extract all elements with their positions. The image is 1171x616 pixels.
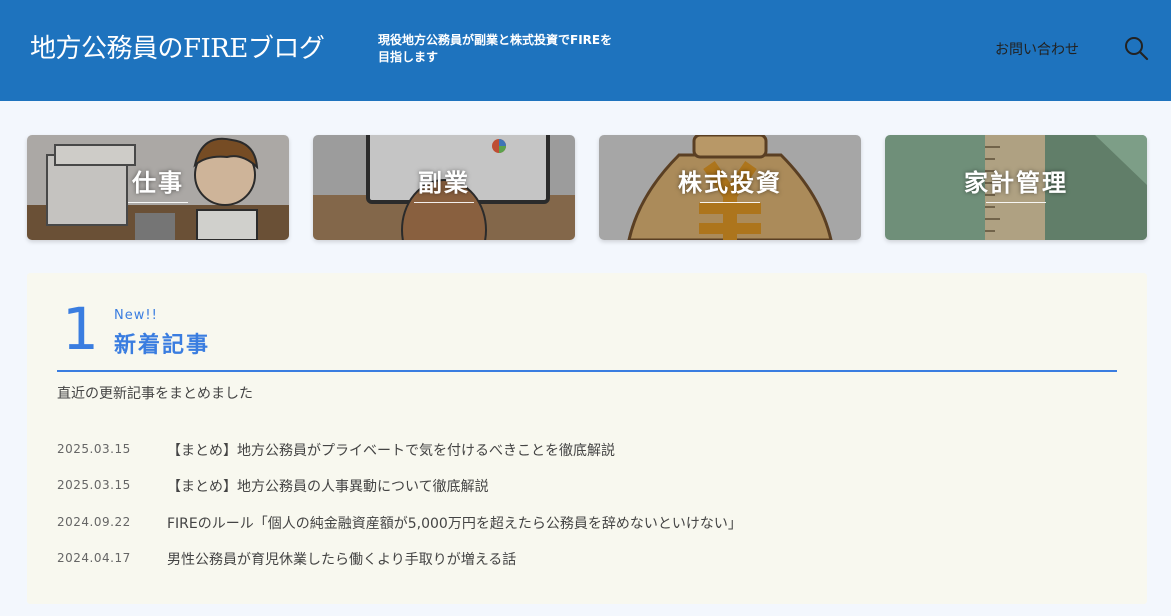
site-tagline: 現役地方公務員が副業と株式投資でFIREを目指します xyxy=(378,33,613,64)
section-title: 新着記事 xyxy=(114,333,211,358)
category-label: 家計管理 xyxy=(964,169,1068,197)
contact-link[interactable]: お問い合わせ xyxy=(995,39,1079,59)
post-title-link[interactable]: FIREのルール「個人の純金融資産額が5,000万円を超えたら公務員を辞めないと… xyxy=(167,513,742,533)
category-underline xyxy=(128,202,188,203)
section-label-en: New!! xyxy=(114,308,158,323)
new-posts-section: 1 New!! 新着記事 直近の更新記事をまとめました 2025.03.15 【… xyxy=(27,273,1147,604)
site-header: 地方公務員のFIREブログ 現役地方公務員が副業と株式投資でFIREを目指します… xyxy=(0,0,1171,101)
category-card-work[interactable]: 仕事 xyxy=(27,135,289,240)
search-button[interactable] xyxy=(1122,34,1150,62)
post-item[interactable]: 2025.03.15 【まとめ】地方公務員がプライベートで気を付けるべきことを徹… xyxy=(57,440,1117,460)
category-card-household[interactable]: 家計管理 xyxy=(885,135,1147,240)
search-icon xyxy=(1125,37,1149,61)
post-date: 2025.03.15 xyxy=(57,442,131,456)
category-label: 株式投資 xyxy=(678,169,782,197)
section-number: 1 xyxy=(62,295,99,363)
post-date: 2024.04.17 xyxy=(57,551,131,565)
category-underline xyxy=(986,202,1046,203)
post-title-link[interactable]: 男性公務員が育児休業したら働くより手取りが増える話 xyxy=(167,549,516,569)
category-label: 副業 xyxy=(418,169,470,197)
post-title-link[interactable]: 【まとめ】地方公務員がプライベートで気を付けるべきことを徹底解説 xyxy=(167,440,615,460)
section-divider xyxy=(57,370,1117,372)
post-title-link[interactable]: 【まとめ】地方公務員の人事異動について徹底解説 xyxy=(167,476,489,496)
post-item[interactable]: 2025.03.15 【まとめ】地方公務員の人事異動について徹底解説 xyxy=(57,476,1117,496)
category-underline xyxy=(414,202,474,203)
post-date: 2025.03.15 xyxy=(57,478,131,492)
section-description: 直近の更新記事をまとめました xyxy=(57,386,253,402)
category-cards: 仕事 副業 株式投資 家計管理 xyxy=(27,135,1147,240)
category-card-stocks[interactable]: 株式投資 xyxy=(599,135,861,240)
post-item[interactable]: 2024.09.22 FIREのルール「個人の純金融資産額が5,000万円を超え… xyxy=(57,513,1117,533)
category-label: 仕事 xyxy=(132,169,184,197)
site-title[interactable]: 地方公務員のFIREブログ xyxy=(30,28,325,65)
post-item[interactable]: 2024.04.17 男性公務員が育児休業したら働くより手取りが増える話 xyxy=(57,549,1117,569)
category-underline xyxy=(700,202,760,203)
post-date: 2024.09.22 xyxy=(57,515,131,529)
category-card-sidejob[interactable]: 副業 xyxy=(313,135,575,240)
